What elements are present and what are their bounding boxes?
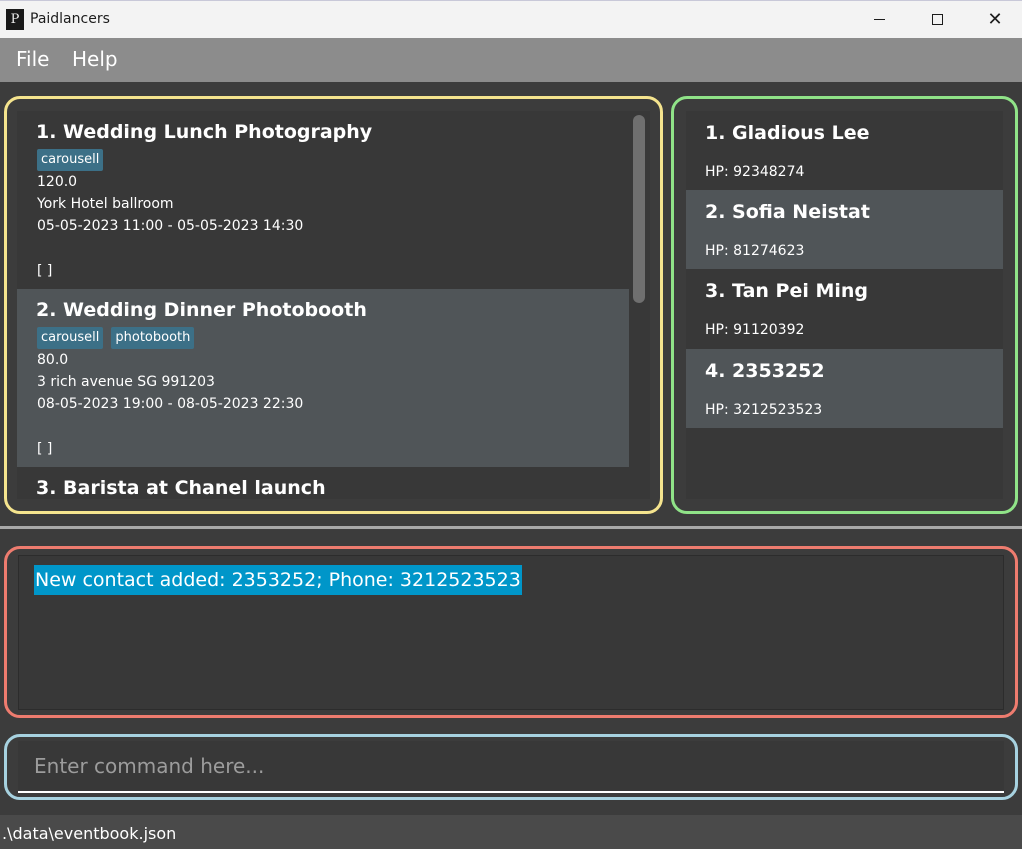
split-pane-divider[interactable] (0, 526, 1022, 529)
contact-phone: HP: 92348274 (705, 164, 805, 180)
contact-name: 3. Tan Pei Ming (705, 280, 869, 302)
contact-name: 2. Sofia Neistat (705, 201, 870, 223)
event-rate: 120.0 (37, 174, 78, 190)
contact-card[interactable]: 1. Gladious Lee HP: 92348274 (686, 111, 1003, 190)
maximize-button[interactable] (908, 1, 966, 38)
event-card[interactable]: 1. Wedding Lunch Photography carousell 1… (17, 111, 629, 289)
contact-phone: HP: 91120392 (705, 322, 805, 338)
event-tags: carousell (37, 149, 104, 171)
contact-card[interactable]: 3. Tan Pei Ming HP: 91120392 (686, 269, 1003, 348)
app-window: P Paidlancers ✕ File Help 1. Wedding Lun… (0, 0, 1022, 849)
maximize-icon (931, 14, 943, 25)
minimize-icon (873, 19, 885, 20)
event-contacts: [ ] (37, 441, 53, 457)
command-input[interactable] (18, 741, 1004, 791)
menu-file[interactable]: File (16, 47, 49, 71)
event-address: York Hotel ballroom (37, 196, 174, 212)
close-button[interactable]: ✕ (966, 1, 1022, 38)
window-title: Paidlancers (30, 11, 110, 27)
event-title: 3. Barista at Chanel launch (36, 477, 326, 499)
event-tag: carousell (37, 149, 104, 171)
status-bar: .\data\eventbook.json (0, 815, 1022, 849)
event-tag: photobooth (111, 327, 195, 349)
contact-phone: HP: 3212523523 (705, 402, 823, 418)
save-file-path: .\data\eventbook.json (2, 824, 177, 843)
contact-card[interactable]: 2. Sofia Neistat HP: 81274623 (686, 190, 1003, 269)
event-list-scrollbar[interactable] (633, 115, 645, 303)
contact-name: 4. 2353252 (705, 360, 825, 382)
title-bar: P Paidlancers ✕ (0, 0, 1022, 38)
event-list[interactable]: 1. Wedding Lunch Photography carousell 1… (17, 111, 650, 499)
event-title: 2. Wedding Dinner Photobooth (36, 299, 367, 321)
event-title: 1. Wedding Lunch Photography (36, 121, 373, 143)
event-tags: carousell photobooth (37, 327, 195, 349)
event-card[interactable]: 3. Barista at Chanel launch (17, 467, 629, 499)
close-icon: ✕ (987, 8, 1003, 30)
contact-list[interactable]: 1. Gladious Lee HP: 92348274 2. Sofia Ne… (686, 111, 1003, 499)
event-rate: 80.0 (37, 352, 69, 368)
contact-name: 1. Gladious Lee (705, 122, 870, 144)
event-contacts: [ ] (37, 263, 53, 279)
contact-phone: HP: 81274623 (705, 243, 805, 259)
event-address: 3 rich avenue SG 991203 (37, 374, 215, 390)
minimize-button[interactable] (850, 1, 908, 38)
event-timing: 08-05-2023 19:00 - 08-05-2023 22:30 (37, 396, 304, 412)
event-card[interactable]: 2. Wedding Dinner Photobooth carousell p… (17, 289, 629, 467)
event-tag: carousell (37, 327, 104, 349)
result-message[interactable]: New contact added: 2353252; Phone: 32125… (34, 565, 522, 595)
menu-help[interactable]: Help (72, 47, 118, 71)
app-logo-icon: P (6, 9, 24, 30)
event-timing: 05-05-2023 11:00 - 05-05-2023 14:30 (37, 218, 304, 234)
contact-card[interactable]: 4. 2353252 HP: 3212523523 (686, 349, 1003, 428)
menu-bar: File Help (0, 38, 1022, 82)
